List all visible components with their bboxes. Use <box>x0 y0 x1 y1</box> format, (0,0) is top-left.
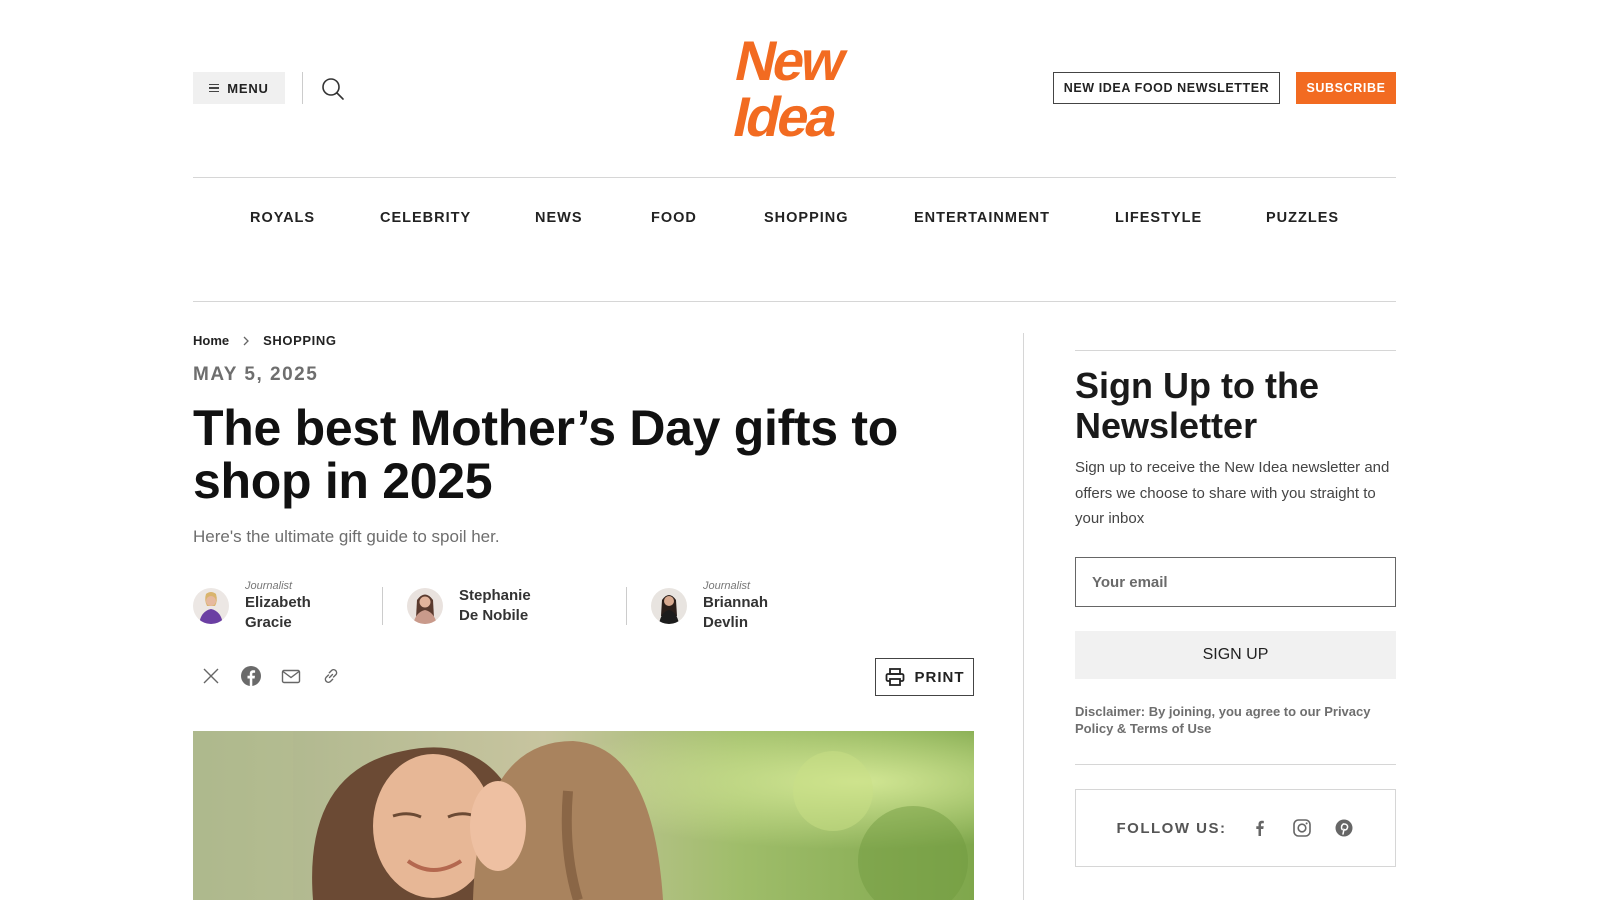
author-name: Briannah Devlin <box>703 593 769 631</box>
author-divider <box>382 587 383 625</box>
svg-text:New: New <box>730 30 853 92</box>
svg-text:Idea: Idea <box>728 86 845 145</box>
article-dek: Here's the ultimate gift guide to spoil … <box>193 527 500 546</box>
sidebar-rule <box>1075 764 1396 765</box>
newsletter-description: Sign up to receive the New Idea newslett… <box>1075 459 1390 527</box>
email-field[interactable] <box>1075 557 1396 607</box>
food-newsletter-button[interactable]: NEW IDEA FOOD NEWSLETTER <box>1053 72 1280 104</box>
author-name: Elizabeth Gracie <box>245 593 311 631</box>
hero-image <box>193 731 974 900</box>
new-idea-logo[interactable]: New Idea <box>715 30 875 145</box>
breadcrumb-shopping[interactable]: SHOPPING <box>263 333 336 348</box>
x-icon[interactable] <box>200 665 222 687</box>
instagram-icon[interactable] <box>1292 818 1312 838</box>
facebook-icon[interactable] <box>1250 818 1270 838</box>
share-bar <box>200 665 342 687</box>
article-title: The best Mother’s Day gifts to shop in 2… <box>193 400 898 509</box>
nav-item-puzzles[interactable]: PUZZLES <box>1266 210 1339 226</box>
hamburger-icon <box>209 83 220 93</box>
breadcrumb: Home SHOPPING <box>193 333 337 348</box>
site-header: MENU New Idea NEW IDEA FOOD NEWSLETTER S… <box>193 0 1396 178</box>
avatar <box>651 588 687 624</box>
chevron-right-icon <box>243 336 250 345</box>
avatar <box>193 588 229 624</box>
newsletter-disclaimer: Disclaimer: By joining, you agree to our… <box>1075 704 1371 736</box>
author-role: Journalist <box>245 579 293 592</box>
author-name: Stephanie De Nobile <box>459 587 531 624</box>
avatar <box>407 588 443 624</box>
email-icon[interactable] <box>280 665 302 687</box>
menu-button[interactable]: MENU <box>193 72 285 104</box>
nav-item-celebrity[interactable]: CELEBRITY <box>380 210 471 226</box>
breadcrumb-home[interactable]: Home <box>193 333 229 348</box>
nav-item-shopping[interactable]: SHOPPING <box>764 210 849 226</box>
column-divider <box>1023 333 1024 900</box>
subscribe-button[interactable]: SUBSCRIBE <box>1296 72 1396 104</box>
main-nav: ROYALS CELEBRITY NEWS FOOD SHOPPING ENTE… <box>193 178 1396 302</box>
printer-icon <box>885 668 904 686</box>
facebook-icon[interactable] <box>240 665 262 687</box>
follow-us-label: FOLLOW US: <box>1116 819 1227 837</box>
nav-item-news[interactable]: NEWS <box>535 210 583 226</box>
print-button[interactable]: PRINT <box>875 658 974 696</box>
author-briannah-devlin[interactable]: Journalist Briannah Devlin <box>651 580 768 631</box>
follow-us-box: FOLLOW US: <box>1075 789 1396 867</box>
pinterest-icon[interactable] <box>1334 818 1354 838</box>
article-date: MAY 5, 2025 <box>193 364 319 385</box>
author-elizabeth-gracie[interactable]: Journalist Elizabeth Gracie <box>193 580 311 631</box>
sign-up-button[interactable]: SIGN UP <box>1075 631 1396 679</box>
author-stephanie-de-nobile[interactable]: Stephanie De Nobile <box>407 585 531 627</box>
author-role: Journalist <box>703 579 751 592</box>
search-icon[interactable] <box>320 76 346 102</box>
author-divider <box>626 587 627 625</box>
nav-item-lifestyle[interactable]: LIFESTYLE <box>1115 210 1202 226</box>
print-label: PRINT <box>914 668 965 686</box>
header-divider <box>302 72 303 104</box>
newsletter-heading: Sign Up to the Newsletter <box>1075 365 1319 446</box>
menu-label: MENU <box>227 80 269 96</box>
nav-item-food[interactable]: FOOD <box>651 210 697 226</box>
nav-item-entertainment[interactable]: ENTERTAINMENT <box>914 210 1050 226</box>
nav-item-royals[interactable]: ROYALS <box>250 210 315 226</box>
sidebar-rule <box>1075 350 1396 351</box>
link-icon[interactable] <box>320 665 342 687</box>
